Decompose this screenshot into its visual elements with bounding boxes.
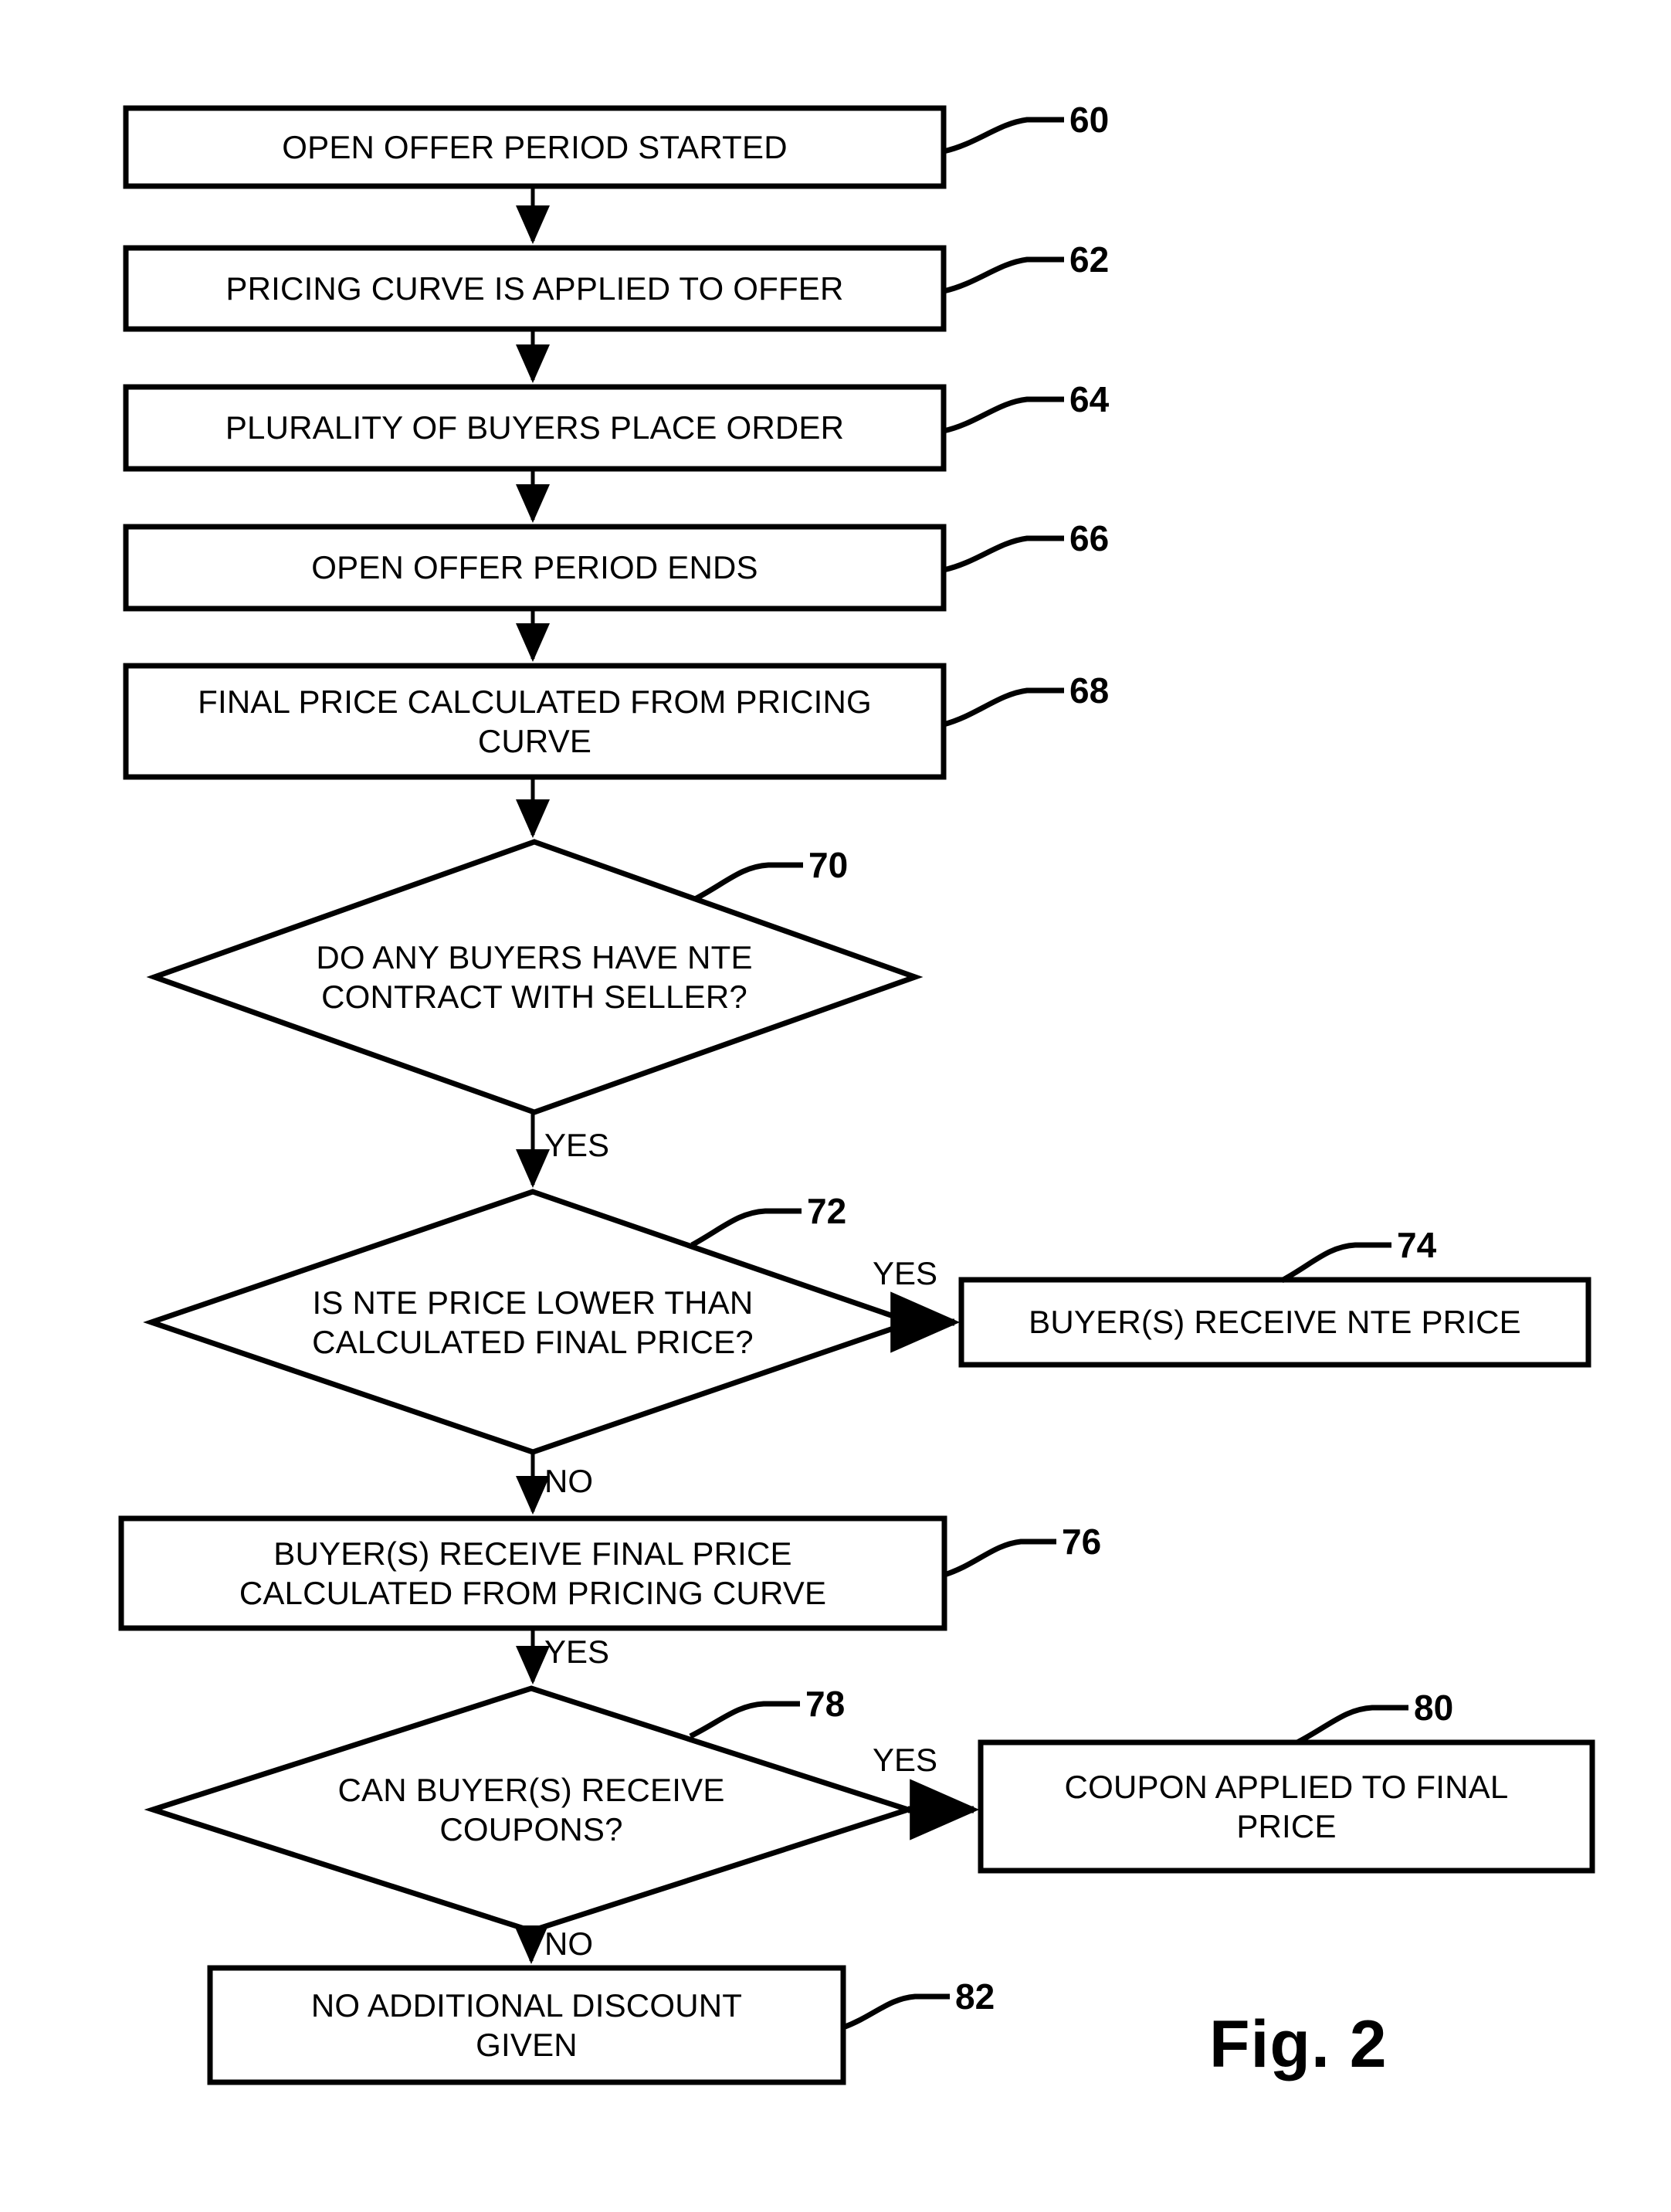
node-box-62 (123, 245, 947, 332)
node-box-76 (118, 1515, 947, 1631)
node-box-74 (958, 1277, 1591, 1368)
leader-line-64 (943, 396, 1064, 434)
node-box-82 (207, 1965, 846, 2085)
node-diamond-78 (144, 1685, 917, 1934)
ref-number-74: 74 (1397, 1225, 1437, 1265)
leader-line-74 (1280, 1242, 1391, 1284)
leader-line-68 (943, 687, 1064, 728)
ref-number-64: 64 (1069, 379, 1110, 419)
ref-number-76: 76 (1062, 1522, 1102, 1562)
leader-line-66 (943, 535, 1064, 573)
leader-line-62 (943, 256, 1064, 294)
flowchart-canvas (118, 105, 1595, 2085)
node-box-60 (123, 105, 947, 189)
node-box-68 (123, 663, 947, 780)
node-box-66 (123, 524, 947, 612)
edge-label-yes-72-74: YES (873, 1255, 938, 1291)
edge-label-no-78-82: NO (544, 1925, 593, 1962)
ref-number-68: 68 (1069, 670, 1110, 711)
ref-number-60: 60 (1069, 100, 1110, 140)
ref-number-62: 62 (1069, 239, 1110, 280)
leader-line-78 (689, 1701, 800, 1739)
edge-label-no-72-76: NO (544, 1463, 593, 1499)
leader-line-76 (943, 1539, 1056, 1578)
leader-line-82 (842, 1993, 950, 2030)
edge-label-yes-70-72: YES (544, 1127, 610, 1163)
node-diamond-70 (146, 839, 924, 1115)
ref-number-70: 70 (808, 845, 849, 885)
leader-line-60 (943, 117, 1064, 154)
leader-line-72 (690, 1208, 802, 1248)
node-diamond-72 (143, 1189, 920, 1455)
figure-label: Fig. 2 (1209, 2007, 1388, 2081)
node-box-80 (978, 1739, 1595, 1874)
ref-number-66: 66 (1069, 518, 1110, 558)
ref-number-82: 82 (955, 1976, 995, 2017)
patent-figure-page: OPEN OFFER PERIOD STARTED PRICING CURVE … (0, 0, 1671, 2212)
node-box-64 (123, 384, 947, 472)
leader-line-70 (693, 862, 803, 902)
ref-number-78: 78 (805, 1684, 846, 1724)
ref-number-80: 80 (1414, 1688, 1454, 1728)
ref-number-72: 72 (807, 1191, 847, 1231)
edge-label-yes-78-80: YES (873, 1742, 938, 1778)
edge-label-yes-76-78: YES (544, 1634, 610, 1670)
leader-line-80 (1296, 1705, 1408, 1746)
